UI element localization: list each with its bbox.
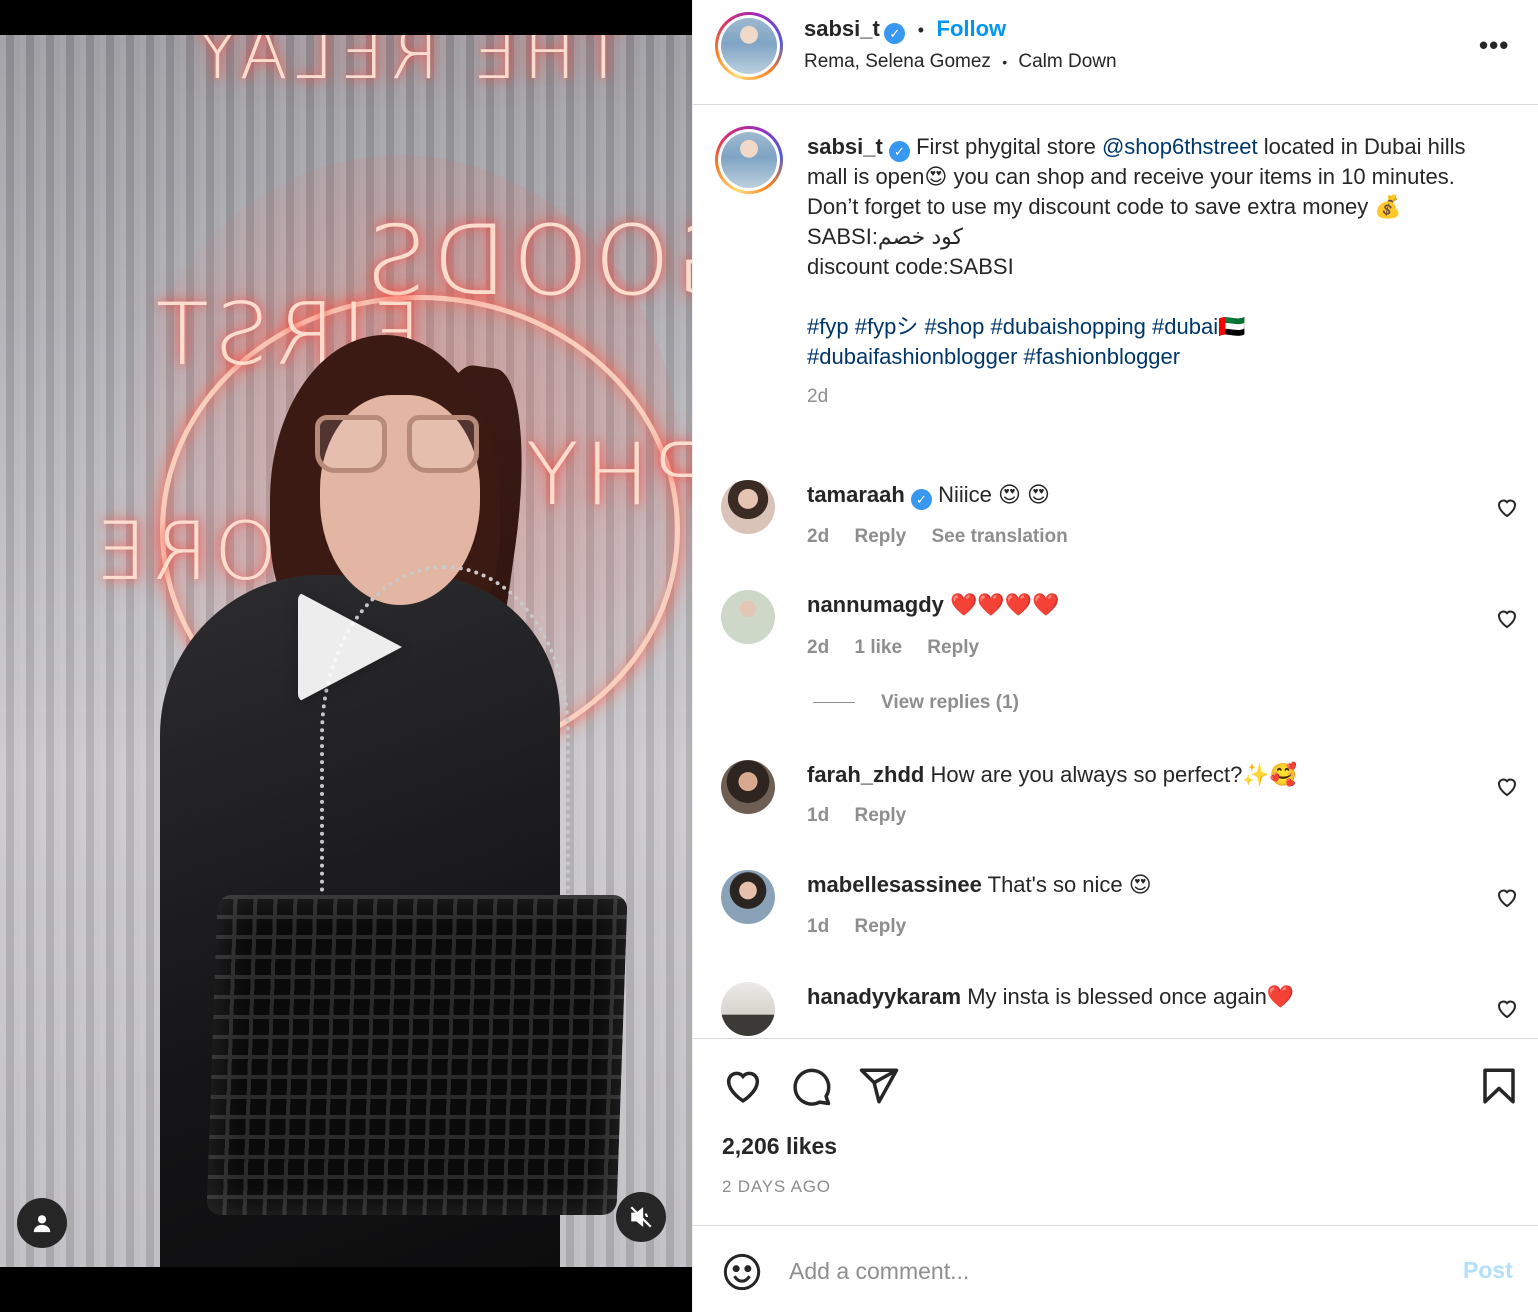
post-header: sabsi_t ✓ • Follow Rema, Selena Gomez • … (693, 0, 1538, 105)
comment-avatar[interactable] (721, 760, 775, 814)
hashtag-link[interactable]: #dubai🇦🇪 (1152, 314, 1245, 339)
heart-icon[interactable] (722, 1065, 764, 1107)
comment-text: My insta is blessed once again❤️ (967, 984, 1295, 1009)
comment-likes-count[interactable]: 1 like (854, 637, 902, 658)
comment-time: 2d (807, 637, 830, 658)
post-comment-button[interactable]: Post (1463, 1257, 1513, 1284)
verified-badge-icon: ✓ (884, 23, 906, 44)
comment-username[interactable]: tamaraah (807, 482, 905, 507)
comment-like-heart-icon[interactable] (1495, 774, 1519, 798)
person-figure (150, 335, 628, 1267)
caption-time: 2d (807, 386, 829, 407)
caption-arabic-line: كود خصم:SABSI (807, 224, 963, 249)
comment-input[interactable] (789, 1249, 1429, 1293)
comment-meta: 2d 1 like Reply (807, 637, 999, 659)
comment-time: 2d (807, 526, 830, 547)
post-caption: sabsi_t ✓ First phygital store @shop6ths… (807, 132, 1507, 412)
comment-text-row: hanadyykaram My insta is blessed once ag… (807, 982, 1294, 1012)
view-replies-label: View replies (1) (881, 692, 1019, 713)
dot-separator: • (917, 20, 925, 40)
author-avatar[interactable] (715, 12, 783, 80)
audio-title[interactable]: Calm Down (1018, 51, 1116, 72)
caption-text: First phygital store (916, 134, 1096, 159)
more-options-icon[interactable]: ••• (1479, 30, 1509, 61)
neon-sign-text: THE RELAY (190, 35, 625, 95)
comment-text: That's so nice 😍 (987, 872, 1152, 897)
post-details-panel: sabsi_t ✓ • Follow Rema, Selena Gomez • … (692, 0, 1538, 1312)
caption-avatar[interactable] (715, 126, 783, 194)
reply-button[interactable]: Reply (854, 526, 906, 547)
comment-text: Niiice 😍 😍 (938, 482, 1050, 507)
add-comment-bar: Post (693, 1227, 1538, 1312)
caption-username[interactable]: sabsi_t (807, 134, 883, 159)
post-media: THE RELAY GOODS FIRST PHY STORE (0, 0, 692, 1312)
comment-text: ❤️❤️❤️❤️ (950, 592, 1060, 617)
comment-meta: 1d Reply (807, 916, 926, 938)
dot-separator: • (1002, 54, 1008, 70)
comment-username[interactable]: nannumagdy (807, 592, 944, 617)
hashtag-link[interactable]: #dubaishopping (991, 314, 1146, 339)
comment-text-row: tamaraah ✓ Niiice 😍 😍 (807, 480, 1050, 510)
comment-avatar[interactable] (721, 590, 775, 644)
comment-text: How are you always so perfect?✨🥰 (930, 762, 1298, 787)
author-username[interactable]: sabsi_t (804, 16, 880, 41)
comment-username[interactable]: farah_zhdd (807, 762, 924, 787)
reply-button[interactable]: Reply (927, 637, 979, 658)
hashtag-link[interactable]: #shop (924, 314, 984, 339)
hashtag-link[interactable]: #fashionblogger (1024, 344, 1181, 369)
header-title-row: sabsi_t ✓ • Follow (804, 16, 1006, 44)
post-actions: 2,206 likes 2 DAYS AGO (693, 1038, 1538, 1226)
mention-link[interactable]: @shop6thstreet (1102, 134, 1258, 159)
comment-username[interactable]: mabellesassinee (807, 872, 982, 897)
mute-button[interactable] (616, 1192, 666, 1242)
hashtag-link[interactable]: #fyp (807, 314, 849, 339)
handbag (206, 895, 628, 1215)
comment-like-heart-icon[interactable] (1495, 606, 1519, 630)
comment-like-heart-icon[interactable] (1495, 885, 1519, 909)
follow-button[interactable]: Follow (937, 16, 1007, 41)
play-icon[interactable] (298, 592, 402, 702)
hashtag-link[interactable]: #fypシ (855, 314, 919, 339)
reply-button[interactable]: Reply (854, 805, 906, 826)
user-icon (33, 1215, 51, 1233)
comment-text-row: mabellesassinee That's so nice 😍 (807, 870, 1152, 900)
comment-avatar[interactable] (721, 480, 775, 534)
comment-time: 1d (807, 805, 830, 826)
comment-like-heart-icon[interactable] (1495, 495, 1519, 519)
user-tag-button[interactable] (17, 1198, 67, 1248)
audio-artist[interactable]: Rema, Selena Gomez (804, 51, 991, 72)
paper-plane-icon[interactable] (858, 1065, 900, 1107)
comment-time: 1d (807, 916, 830, 937)
view-replies-line (813, 702, 855, 704)
comment-meta: 1d Reply (807, 805, 926, 827)
comment-avatar[interactable] (721, 982, 775, 1036)
comment-text-row: nannumagdy ❤️❤️❤️❤️ (807, 590, 1060, 620)
posted-time: 2 DAYS AGO (722, 1177, 831, 1196)
audio-info[interactable]: Rema, Selena Gomez • Calm Down (804, 51, 1117, 73)
view-replies-button[interactable]: View replies (1) (813, 692, 1019, 714)
comment-username[interactable]: hanadyykaram (807, 984, 961, 1009)
verified-badge-icon: ✓ (910, 489, 932, 510)
bookmark-icon[interactable] (1478, 1065, 1520, 1107)
comment-meta: 2d Reply See translation (807, 526, 1088, 548)
muted-speaker-icon (630, 1206, 652, 1228)
hashtag-link[interactable]: #dubaifashionblogger (807, 344, 1017, 369)
smiley-icon[interactable] (722, 1252, 762, 1292)
see-translation-button[interactable]: See translation (932, 526, 1068, 547)
comment-like-heart-icon[interactable] (1495, 996, 1519, 1020)
comment-text-row: farah_zhdd How are you always so perfect… (807, 760, 1297, 790)
verified-badge-icon: ✓ (888, 141, 910, 162)
reply-button[interactable]: Reply (854, 916, 906, 937)
comment-avatar[interactable] (721, 870, 775, 924)
comment-bubble-icon[interactable] (790, 1065, 832, 1107)
comments-list[interactable]: sabsi_t ✓ First phygital store @shop6ths… (693, 106, 1538, 1038)
caption-code-line: discount code:SABSI (807, 254, 1014, 279)
likes-count[interactable]: 2,206 likes (722, 1133, 837, 1160)
